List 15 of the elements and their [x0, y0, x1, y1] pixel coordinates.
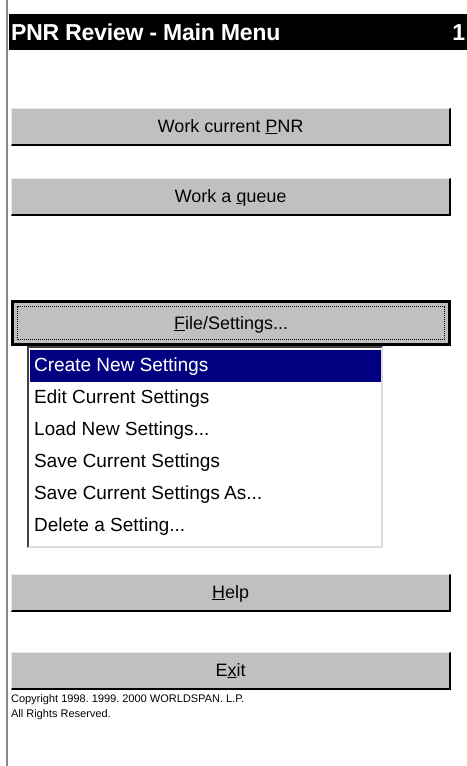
- list-item[interactable]: Load New Settings...: [30, 414, 381, 446]
- page-number: 1: [452, 18, 466, 46]
- list-item[interactable]: Edit Current Settings: [30, 382, 381, 414]
- list-item[interactable]: Create New Settings: [30, 350, 381, 382]
- menu-button[interactable]: Help: [11, 574, 451, 612]
- list-item[interactable]: Delete a Setting...: [30, 510, 381, 542]
- window-title: PNR Review - Main Menu: [11, 18, 280, 46]
- list-item[interactable]: Save Current Settings As...: [30, 478, 381, 510]
- menu-button[interactable]: Work a queue: [11, 178, 451, 216]
- list-item[interactable]: Save Current Settings: [30, 446, 381, 478]
- menu-button[interactable]: Exit: [11, 652, 451, 690]
- copyright-text: All Rights Reserved.: [11, 707, 112, 722]
- menu-button[interactable]: Work current PNR: [11, 108, 451, 146]
- copyright-text: Copyright 1998. 1999. 2000 WORLDSPAN. L.P.: [11, 692, 244, 707]
- menu-button[interactable]: File/Settings...: [11, 300, 451, 346]
